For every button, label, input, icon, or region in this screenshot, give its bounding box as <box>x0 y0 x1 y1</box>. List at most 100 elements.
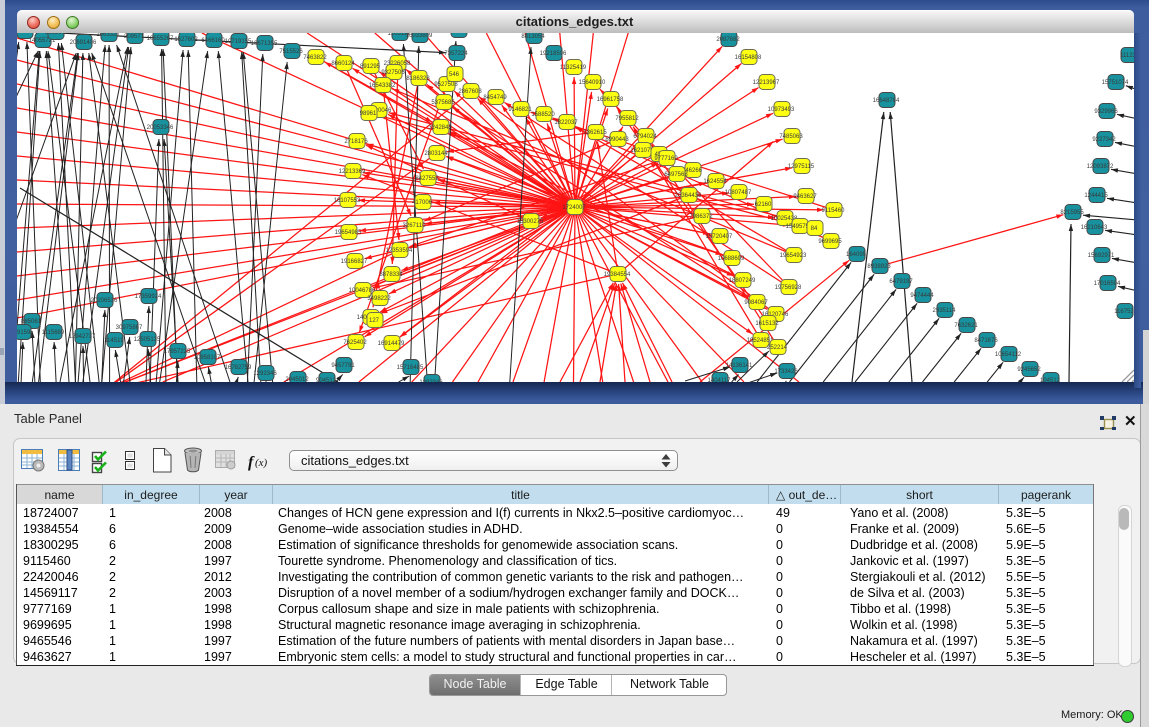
svg-text:9527508: 9527508 <box>434 82 458 88</box>
svg-text:2087682: 2087682 <box>716 37 740 43</box>
svg-text:16543382: 16543382 <box>369 83 396 89</box>
svg-text:7986372: 7986372 <box>689 214 713 220</box>
svg-text:12093872: 12093872 <box>1087 164 1114 170</box>
svg-text:15692971: 15692971 <box>1088 253 1115 259</box>
svg-text:9777169: 9777169 <box>654 156 678 162</box>
svg-text:8938923: 8938923 <box>867 264 891 270</box>
svg-text:7357224: 7357224 <box>444 51 468 57</box>
svg-text:18807249: 18807249 <box>729 278 756 284</box>
svg-text:98961: 98961 <box>360 111 377 117</box>
svg-text:8427552: 8427552 <box>415 176 439 182</box>
svg-text:10654112: 10654112 <box>995 352 1022 358</box>
svg-text:546: 546 <box>449 72 460 78</box>
svg-text:11123: 11123 <box>1120 53 1134 59</box>
svg-text:12505135: 12505135 <box>134 337 161 343</box>
svg-text:(x): (x) <box>255 457 268 469</box>
svg-text:19384554: 19384554 <box>604 272 631 278</box>
svg-text:5375685: 5375685 <box>431 100 455 106</box>
svg-text:9245652: 9245652 <box>1017 367 1041 373</box>
svg-text:9463627: 9463627 <box>793 194 817 200</box>
svg-text:f: f <box>248 454 255 471</box>
svg-text:209571: 209571 <box>124 34 145 40</box>
svg-text:20053346: 20053346 <box>147 125 174 131</box>
svg-text:9327506: 9327506 <box>381 70 405 76</box>
svg-text:15720407: 15720407 <box>706 234 733 240</box>
svg-text:15716485: 15716485 <box>397 365 424 371</box>
svg-text:12353594: 12353594 <box>386 248 413 254</box>
svg-text:2718176: 2718176 <box>344 139 368 145</box>
svg-text:9699695: 9699695 <box>818 239 842 245</box>
svg-text:16961758: 16961758 <box>597 97 624 103</box>
svg-text:10807487: 10807487 <box>725 190 752 196</box>
svg-text:1115689: 1115689 <box>42 330 65 336</box>
svg-text:10958107: 10958107 <box>194 355 221 361</box>
svg-text:12975115: 12975115 <box>788 164 815 170</box>
svg-text:12213967: 12213967 <box>753 80 780 86</box>
svg-text:10973493: 10973493 <box>768 107 795 113</box>
svg-text:19166827: 19166827 <box>341 259 368 265</box>
svg-text:8454749: 8454749 <box>483 95 507 101</box>
svg-text:8813054: 8813054 <box>521 34 545 40</box>
svg-text:39159: 39159 <box>17 330 31 336</box>
svg-text:9474444: 9474444 <box>910 293 934 299</box>
svg-text:20691406: 20691406 <box>70 40 97 46</box>
svg-text:17359924: 17359924 <box>135 294 162 300</box>
svg-text:15640910: 15640910 <box>579 80 606 86</box>
svg-text:12942737: 12942737 <box>69 334 96 340</box>
svg-text:16210643: 16210643 <box>1081 225 1108 231</box>
svg-text:891295: 891295 <box>360 64 381 70</box>
svg-text:963217: 963217 <box>45 33 66 36</box>
svg-text:1362615: 1362615 <box>583 130 607 136</box>
svg-text:11325419: 11325419 <box>560 65 587 71</box>
svg-text:9227342: 9227342 <box>1092 137 1116 143</box>
svg-text:7632621: 7632621 <box>954 323 978 329</box>
svg-text:12213369: 12213369 <box>339 169 366 175</box>
svg-text:8215955: 8215955 <box>1060 210 1084 216</box>
svg-text:9457791: 9457791 <box>331 363 355 369</box>
svg-text:16033809: 16033809 <box>406 33 433 39</box>
svg-text:7463822: 7463822 <box>303 55 327 61</box>
svg-text:16914479: 16914479 <box>378 341 405 347</box>
svg-text:1527602: 1527602 <box>174 37 198 43</box>
svg-text:6794024: 6794024 <box>633 134 657 140</box>
svg-text:3498222: 3498222 <box>367 296 391 302</box>
svg-text:10655267: 10655267 <box>147 36 174 42</box>
svg-text:20364436: 20364436 <box>675 193 702 199</box>
svg-text:8471676: 8471676 <box>974 338 998 344</box>
svg-text:2935114: 2935114 <box>933 308 957 314</box>
svg-text:10719155: 10719155 <box>225 39 252 45</box>
svg-text:20206536: 20206536 <box>91 298 118 304</box>
svg-text:9329966: 9329966 <box>1094 109 1118 115</box>
svg-text:9115460: 9115460 <box>822 208 846 214</box>
svg-text:1615132: 1615132 <box>755 321 779 327</box>
svg-text:1292346: 1292346 <box>253 371 277 377</box>
svg-text:15300275: 15300275 <box>517 219 544 225</box>
svg-text:15751074: 15751074 <box>1102 80 1129 86</box>
svg-text:9146821: 9146821 <box>508 107 532 113</box>
svg-text:1822037: 1822037 <box>554 120 578 126</box>
svg-text:127: 127 <box>369 318 380 324</box>
svg-text:2803144: 2803144 <box>424 151 448 157</box>
svg-text:30975867: 30975867 <box>116 325 143 331</box>
svg-text:8878334: 8878334 <box>379 272 403 278</box>
svg-text:9084067: 9084067 <box>744 300 768 306</box>
svg-text:10688609: 10688609 <box>718 256 745 262</box>
svg-text:3242848: 3242848 <box>428 125 452 131</box>
svg-text:1733426: 1733426 <box>774 369 798 375</box>
svg-text:8990443: 8990443 <box>605 137 629 143</box>
svg-text:14136141: 14136141 <box>726 363 753 369</box>
svg-text:19654923: 19654923 <box>780 253 807 259</box>
svg-text:8660124: 8660124 <box>331 61 355 67</box>
svg-text:8186328: 8186328 <box>406 76 430 82</box>
svg-text:252214: 252214 <box>767 345 788 351</box>
svg-text:16648784: 16648784 <box>873 98 900 104</box>
svg-text:1063321: 1063321 <box>96 33 120 38</box>
svg-text:16671355: 16671355 <box>251 41 278 47</box>
svg-text:116753: 116753 <box>1114 309 1134 315</box>
svg-text:114519: 114519 <box>104 338 124 344</box>
svg-text:16154808: 16154808 <box>735 55 762 61</box>
svg-text:16107553: 16107553 <box>334 198 361 204</box>
svg-text:7625402: 7625402 <box>343 340 367 346</box>
svg-text:963342: 963342 <box>448 33 469 34</box>
svg-text:19654985: 19654985 <box>335 230 362 236</box>
